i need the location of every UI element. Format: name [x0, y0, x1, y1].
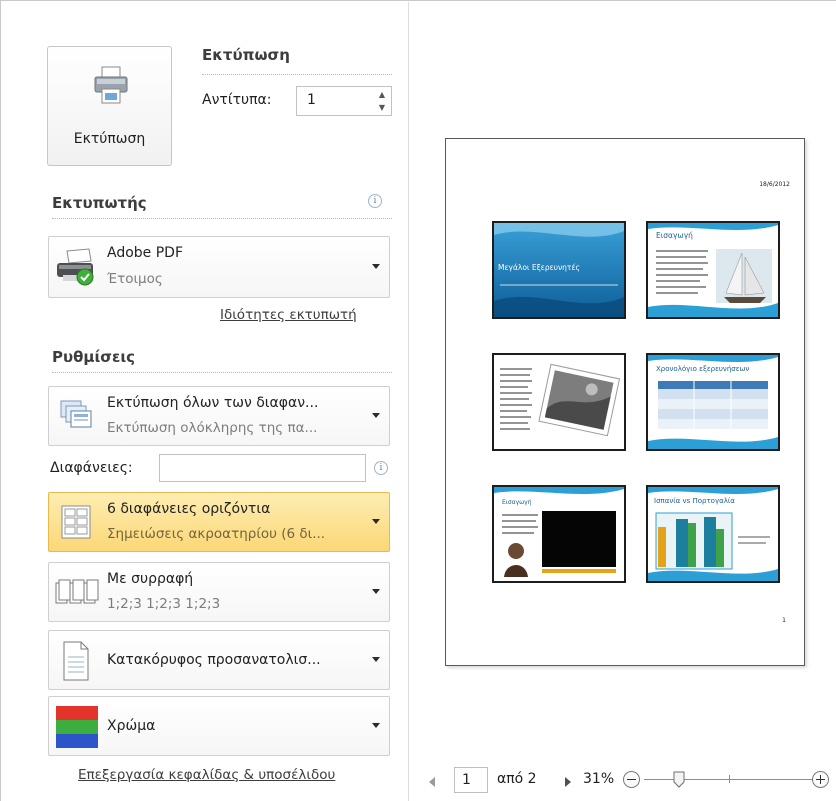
zoom-in-icon[interactable] — [812, 771, 829, 788]
print-section-title: Εκτύπωση — [202, 46, 290, 64]
printer-properties-link[interactable]: Ιδιότητες εκτυπωτή — [220, 307, 357, 323]
next-page-icon[interactable] — [565, 777, 571, 787]
layout-title: 6 διαφάνειες οριζόντια — [107, 501, 271, 517]
info-icon[interactable]: i — [368, 194, 382, 208]
collation-title: Με συρραφή — [107, 571, 194, 587]
current-page-input[interactable]: 1 — [454, 767, 488, 793]
chevron-down-icon — [372, 589, 380, 594]
handout-layout-icon — [61, 505, 91, 539]
printer-status: Έτοιμος — [107, 271, 163, 287]
slides-input[interactable] — [159, 454, 366, 482]
print-button[interactable]: Εκτύπωση — [47, 46, 172, 166]
copies-label: Αντίτυπα: — [202, 92, 272, 108]
print-settings-panel: Εκτύπωση Εκτύπωση Αντίτυπα: 1 ▲ ▼ Εκτυπω… — [2, 2, 408, 801]
current-page-value: 1 — [462, 772, 471, 788]
layout-subtitle: Σημειώσεις ακροατηρίου (6 δι... — [107, 526, 326, 542]
orientation-title: Κατακόρυφος προσανατολισ... — [107, 652, 321, 668]
divider — [202, 74, 392, 75]
edit-header-footer-link[interactable]: Επεξεργασία κεφαλίδας & υποσέλιδου — [78, 767, 335, 783]
slide-thumbnail — [492, 353, 626, 451]
slide-thumbnail: Ισπανία vs Πορτογαλία — [646, 485, 780, 583]
orientation-dropdown[interactable]: Κατακόρυφος προσανατολισ... — [48, 630, 390, 690]
preview-navigation: 1 από 2 31% — [409, 765, 836, 795]
printer-name: Adobe PDF — [107, 245, 184, 261]
spin-down-icon[interactable]: ▼ — [377, 103, 387, 112]
print-preview-panel: 18/6/2012 Μεγάλοι Εξερευνητές Εισαγωγή Χ… — [409, 2, 836, 801]
zoom-slider-thumb[interactable] — [673, 771, 685, 788]
chevron-down-icon — [372, 657, 380, 662]
slide-thumbnail: Εισαγωγή — [646, 221, 780, 319]
slide-title: Χρονολόγιο εξερευνήσεων — [656, 365, 750, 373]
layout-dropdown[interactable]: 6 διαφάνειες οριζόντια Σημειώσεις ακροατ… — [48, 492, 390, 552]
chevron-down-icon — [372, 264, 380, 269]
chevron-down-icon — [372, 413, 380, 418]
slides-stack-icon — [60, 400, 92, 428]
copies-stepper[interactable]: 1 ▲ ▼ — [296, 86, 392, 116]
print-range-dropdown[interactable]: Εκτύπωση όλων των διαφαν... Εκτύπωση ολό… — [48, 386, 390, 446]
chevron-down-icon — [372, 519, 380, 524]
previous-page-icon[interactable] — [429, 777, 435, 787]
divider — [52, 372, 392, 373]
print-range-subtitle: Εκτύπωση ολόκληρης της πα... — [107, 420, 318, 436]
zoom-out-icon[interactable] — [623, 771, 640, 788]
chevron-down-icon — [372, 723, 380, 728]
print-range-title: Εκτύπωση όλων των διαφαν... — [107, 395, 319, 411]
printer-icon — [94, 66, 128, 104]
slide-title: Ισπανία vs Πορτογαλία — [654, 497, 735, 505]
spin-up-icon[interactable]: ▲ — [377, 90, 387, 99]
collation-subtitle: 1;2;3 1;2;3 1;2;3 — [107, 596, 221, 612]
info-icon[interactable]: i — [374, 461, 388, 475]
color-icon — [56, 706, 98, 748]
print-backstage: Εκτύπωση Εκτύπωση Αντίτυπα: 1 ▲ ▼ Εκτυπω… — [0, 0, 836, 801]
color-title: Χρώμα — [107, 718, 156, 734]
slide-title: Εισαγωγή — [656, 231, 693, 240]
page-count-label: από 2 — [497, 771, 537, 787]
printer-section-title: Εκτυπωτής — [52, 194, 147, 212]
slide-thumbnail: Εισαγωγή — [492, 485, 626, 583]
color-dropdown[interactable]: Χρώμα — [48, 696, 390, 756]
slides-label: Διαφάνειες: — [50, 460, 133, 476]
copies-value: 1 — [307, 92, 316, 108]
preview-page: 18/6/2012 Μεγάλοι Εξερευνητές Εισαγωγή Χ… — [445, 138, 805, 666]
slide-thumbnail: Μεγάλοι Εξερευνητές — [492, 221, 626, 319]
zoom-slider-tick — [729, 775, 730, 783]
printer-ready-icon — [57, 248, 94, 286]
settings-section-title: Ρυθμίσεις — [52, 348, 136, 366]
slide-thumbnail: Χρονολόγιο εξερευνήσεων — [646, 353, 780, 451]
divider — [52, 218, 392, 219]
zoom-level[interactable]: 31% — [583, 771, 614, 787]
preview-page-number: 1 — [782, 617, 786, 624]
slide-title: Μεγάλοι Εξερευνητές — [498, 263, 580, 272]
print-button-label: Εκτύπωση — [73, 131, 146, 147]
collation-dropdown[interactable]: Με συρραφή 1;2;3 1;2;3 1;2;3 — [48, 562, 390, 622]
printer-dropdown[interactable]: Adobe PDF Έτοιμος — [48, 236, 390, 298]
preview-date: 18/6/2012 — [759, 181, 790, 188]
collated-icon — [55, 579, 99, 604]
slide-graphic — [494, 355, 624, 449]
portrait-page-icon — [63, 641, 89, 681]
slide-title: Εισαγωγή — [502, 499, 532, 506]
